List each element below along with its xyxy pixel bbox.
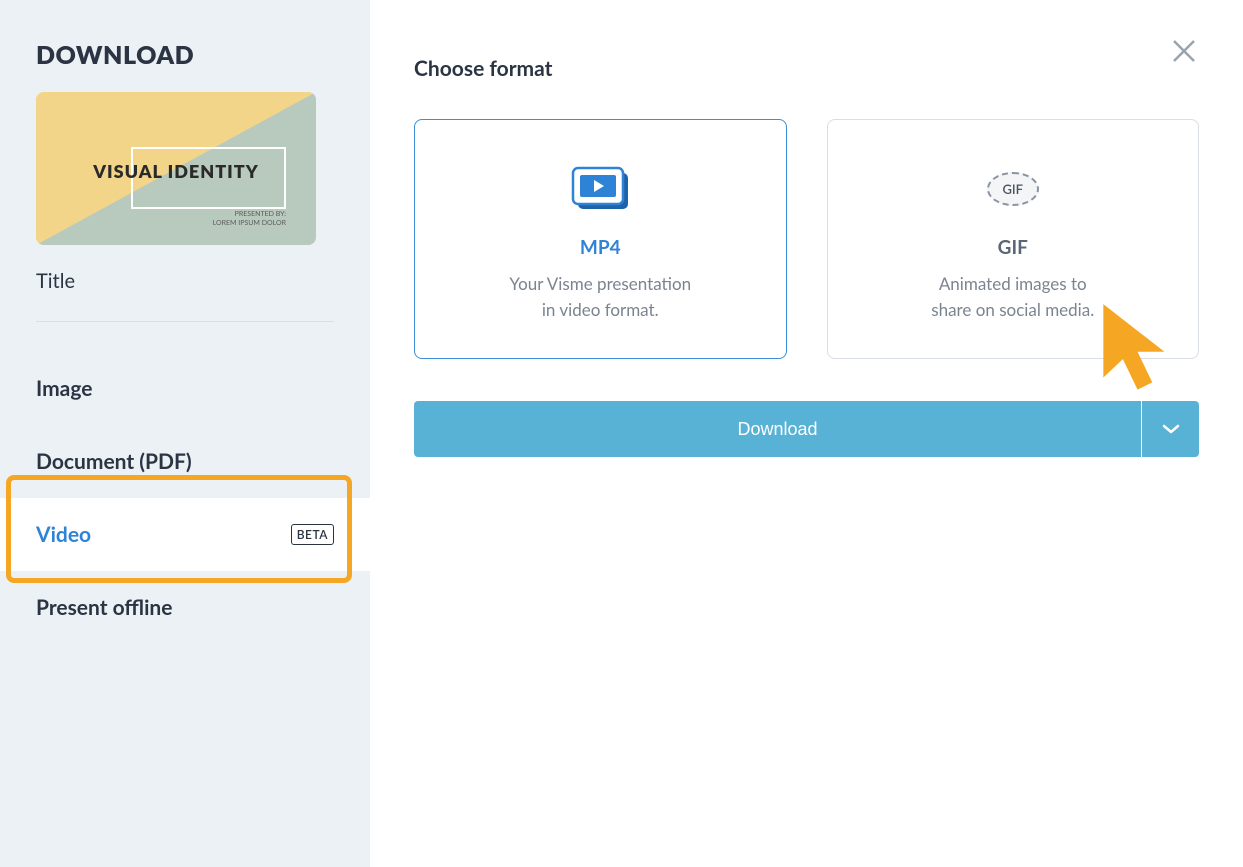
- mp4-card-title: MP4: [435, 236, 766, 259]
- gif-card-description: Animated images to share on social media…: [848, 271, 1179, 322]
- download-sidebar: DOWNLOAD VISUAL IDENTITY PRESENTED BY: L…: [0, 0, 370, 867]
- main-panel: Choose format MP4 Your Visme presentatio…: [370, 0, 1243, 867]
- sidebar-title: DOWNLOAD: [36, 40, 334, 70]
- mp4-card-description: Your Visme presentation in video format.: [435, 271, 766, 322]
- project-thumbnail[interactable]: VISUAL IDENTITY PRESENTED BY: LOREM IPSU…: [36, 92, 316, 245]
- beta-badge: BETA: [291, 524, 334, 545]
- nav-item-image[interactable]: Image: [0, 352, 370, 425]
- thumbnail-title: VISUAL IDENTITY: [36, 160, 316, 182]
- gif-card-title: GIF: [848, 236, 1179, 259]
- gif-icon: GIF: [848, 164, 1179, 214]
- download-button[interactable]: Download: [414, 401, 1141, 457]
- export-format-nav: Image Document (PDF) Video BETA Present …: [0, 352, 370, 644]
- format-card-gif[interactable]: GIF GIF Animated images to share on soci…: [827, 119, 1200, 359]
- download-bar: Download: [414, 401, 1199, 457]
- download-options-button[interactable]: [1141, 401, 1199, 457]
- project-title-label: Title: [36, 269, 334, 293]
- nav-item-present-offline[interactable]: Present offline: [0, 571, 370, 644]
- format-cards-row: MP4 Your Visme presentation in video for…: [414, 119, 1199, 359]
- close-icon: [1171, 38, 1197, 64]
- sidebar-divider: [36, 321, 334, 322]
- close-button[interactable]: [1171, 38, 1197, 68]
- nav-item-video[interactable]: Video BETA: [0, 498, 370, 571]
- nav-item-document-pdf[interactable]: Document (PDF): [0, 425, 370, 498]
- mp4-video-icon: [435, 164, 766, 214]
- format-card-mp4[interactable]: MP4 Your Visme presentation in video for…: [414, 119, 787, 359]
- thumbnail-subtitle: PRESENTED BY: LOREM IPSUM DOLOR: [213, 210, 286, 227]
- choose-format-heading: Choose format: [414, 56, 1199, 81]
- chevron-down-icon: [1162, 423, 1180, 435]
